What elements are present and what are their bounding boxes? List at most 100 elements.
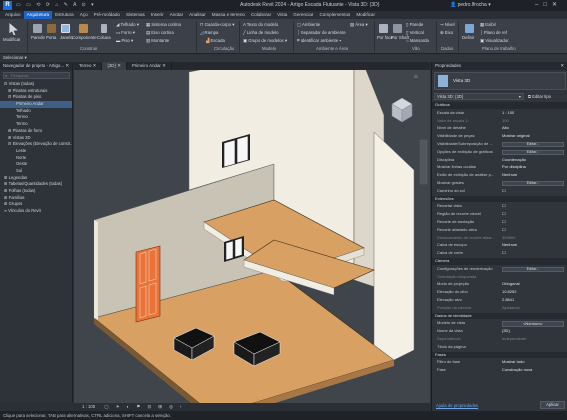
- browser-tree-item[interactable]: ⊟ Vistas (todas): [0, 81, 72, 88]
- property-edit-button[interactable]: Editar...: [502, 149, 564, 155]
- edit-type-button[interactable]: ⧉ Editar tipo: [528, 93, 551, 100]
- property-row[interactable]: Nível de detalhe Alto: [432, 125, 567, 132]
- view-tab[interactable]: Terreo ✕: [74, 62, 103, 70]
- property-row[interactable]: Região de recorte visível ☐: [432, 211, 567, 218]
- property-value[interactable]: Independente: [502, 336, 526, 343]
- property-value[interactable]: Nenhum: [502, 242, 517, 249]
- property-row[interactable]: Elevação alvo 2.8841: [432, 297, 567, 304]
- model-group-button[interactable]: ▣ Grupo de modelos ▾: [243, 38, 287, 44]
- ribbon-tab-14[interactable]: Modificar: [353, 11, 378, 19]
- mullion-button[interactable]: ▥ Montante: [146, 38, 169, 44]
- ribbon-tab-4[interactable]: Pré-moldado: [91, 11, 123, 19]
- close-icon[interactable]: ✕: [91, 63, 97, 68]
- close-icon[interactable]: ✕: [116, 63, 121, 68]
- property-row[interactable]: Modelo de vista <Nenhum>: [432, 320, 567, 327]
- browser-tree-item[interactable]: ⊞ Famílias: [0, 195, 72, 202]
- view-control-icons[interactable]: ▢ ☀ ◐ ⚑ ⊡ ⊞ ◎ ‹: [104, 404, 184, 409]
- property-row[interactable]: Mostrar grades Editar...: [432, 180, 567, 187]
- property-row[interactable]: Recorte afastado ativo ☐: [432, 227, 567, 234]
- property-value[interactable]: 10.8252: [502, 289, 516, 296]
- property-row[interactable]: Deslocamento de recorte afast... 304800: [432, 235, 567, 242]
- close-icon[interactable]: ✕: [161, 63, 166, 68]
- area-button[interactable]: ▨ Área ▾: [350, 22, 368, 28]
- property-value[interactable]: Coordenação: [502, 157, 526, 164]
- user-account[interactable]: 👤 pedro.lfrocha ▾: [450, 2, 491, 8]
- property-row[interactable]: Posição da câmera Ajustando: [432, 305, 567, 312]
- browser-tree-item[interactable]: ⊞ Plantas de forro: [0, 128, 72, 135]
- viewer-button[interactable]: ▣ Visualizador: [480, 38, 509, 44]
- ribbon-tab-12[interactable]: Gerenciar: [290, 11, 316, 19]
- revit-logo[interactable]: R: [3, 1, 12, 10]
- apply-button[interactable]: Aplicar: [540, 401, 565, 409]
- property-value[interactable]: Nenhum: [502, 172, 517, 179]
- ribbon-tab-1[interactable]: Arquitetura: [23, 11, 53, 19]
- browser-tree-item[interactable]: Terreo: [0, 114, 72, 121]
- property-group-header[interactable]: Dados de identidade: [432, 312, 567, 320]
- ref-plane-button[interactable]: ┆ Plano de ref: [480, 30, 507, 36]
- stair-button[interactable]: ▟ Escada: [206, 38, 225, 44]
- property-value[interactable]: Ortogonal: [502, 281, 520, 288]
- close-icon[interactable]: ✕: [65, 62, 69, 70]
- property-value[interactable]: ☐: [502, 219, 506, 226]
- browser-tree-item[interactable]: Primeiro Andar: [0, 101, 72, 108]
- property-value[interactable]: 1 : 100: [502, 110, 514, 117]
- property-row[interactable]: Orientação bloqueada: [432, 274, 567, 281]
- tag-room-button[interactable]: ⌗ Identificar ambiente ▾: [297, 38, 341, 43]
- wall-opening-button[interactable]: ▯ Parede: [406, 22, 423, 28]
- browser-tree-item[interactable]: Sul: [0, 168, 72, 175]
- property-row[interactable]: Filtro de fase Mostrar tudo: [432, 359, 567, 366]
- property-row[interactable]: Configurações de renderização Editar...: [432, 266, 567, 273]
- curtain-grid-button[interactable]: ▤ Eixo cortina: [146, 30, 174, 36]
- room-separator-button[interactable]: ┊ Separador de ambiente: [297, 30, 346, 36]
- property-edit-button[interactable]: Editar...: [502, 266, 564, 272]
- property-value[interactable]: Mostrar tudo: [502, 359, 524, 366]
- property-value[interactable]: ☐: [502, 203, 506, 210]
- property-value[interactable]: Por disciplina: [502, 164, 526, 171]
- property-row[interactable]: Caixa de escopo Nenhum: [432, 242, 567, 249]
- property-value[interactable]: ☐: [502, 211, 506, 218]
- property-value[interactable]: 100: [502, 118, 509, 125]
- property-row[interactable]: Modo de projeção Ortogonal: [432, 281, 567, 288]
- property-row[interactable]: Título da página: [432, 344, 567, 351]
- property-edit-button[interactable]: Editar...: [502, 181, 564, 186]
- modify-button[interactable]: Modificar: [3, 37, 20, 42]
- browser-tree-item[interactable]: ⊞ Plantas estruturais: [0, 88, 72, 95]
- ceiling-button[interactable]: ▭ Forro ▾: [116, 30, 135, 36]
- properties-help-link[interactable]: Ajuda de propriedades: [436, 403, 478, 408]
- ribbon-tab-10[interactable]: Colaborar: [248, 11, 274, 19]
- model-text-button[interactable]: A Texto do modelo: [243, 22, 278, 27]
- property-group-header[interactable]: Fases: [432, 351, 567, 359]
- property-row[interactable]: Nome da vista {3D}: [432, 328, 567, 335]
- browser-tree-item[interactable]: ∞ Vínculos do Revit: [0, 208, 72, 215]
- browser-tree-item[interactable]: ⊞ Grupos: [0, 201, 72, 208]
- property-row[interactable]: Visibilidade de peças Mostrar original: [432, 133, 567, 140]
- property-value[interactable]: ☐: [502, 227, 506, 234]
- browser-tree-item[interactable]: ⊞ Vistas 3D: [0, 135, 72, 142]
- railing-button[interactable]: ⊓ Guarda-corpo ▾: [200, 22, 234, 28]
- ramp-button[interactable]: ◿ Rampa: [200, 30, 218, 36]
- property-row[interactable]: Recorte de anotação ☐: [432, 219, 567, 226]
- view-tab[interactable]: Primeiro Andar ✕: [127, 62, 172, 70]
- property-value[interactable]: {3D}: [502, 328, 510, 335]
- property-row[interactable]: Disciplina Coordenação: [432, 157, 567, 164]
- browser-tree-item[interactable]: Oeste: [0, 161, 72, 168]
- property-value[interactable]: <Nenhum>: [502, 320, 564, 327]
- property-row[interactable]: Mostrar linhas ocultas Por disciplina: [432, 164, 567, 171]
- select-dropdown[interactable]: Selecionar ▾: [3, 55, 27, 61]
- property-row[interactable]: Caminho do sol ☐: [432, 188, 567, 195]
- property-row[interactable]: Opções de exibição de gráficos Editar...: [432, 149, 567, 156]
- browser-tree-item[interactable]: ⊟ Plantas de piso: [0, 94, 72, 101]
- dormer-button[interactable]: ⌂ Mansarda: [406, 38, 429, 43]
- ribbon-tab-3[interactable]: Aço: [77, 11, 91, 19]
- 3d-viewport[interactable]: ⌂: [74, 70, 430, 403]
- component-button[interactable]: Componente: [72, 35, 97, 40]
- ribbon-tab-8[interactable]: Analisar: [186, 11, 209, 19]
- column-button[interactable]: Coluna: [97, 35, 111, 40]
- ribbon-tab-5[interactable]: Sistemas: [123, 11, 148, 19]
- ribbon-tab-7[interactable]: Anotar: [167, 11, 187, 19]
- browser-tree-item[interactable]: ⊞ Legendas: [0, 175, 72, 182]
- ribbon-tab-0[interactable]: Arquivo: [2, 11, 24, 19]
- property-group-header[interactable]: Gráficos: [432, 102, 567, 109]
- property-group-header[interactable]: Câmera: [432, 258, 567, 265]
- browser-tree-item[interactable]: ⊞ Tabelas/Quantidades (todas): [0, 181, 72, 188]
